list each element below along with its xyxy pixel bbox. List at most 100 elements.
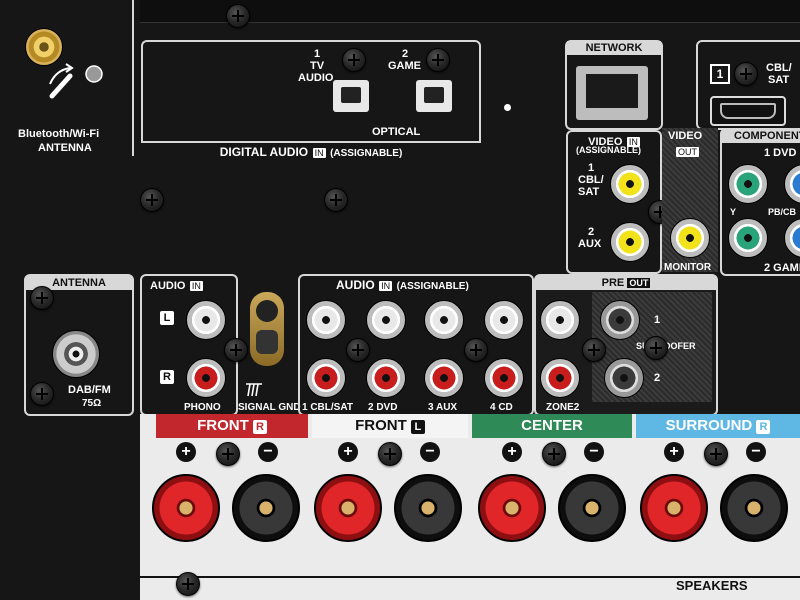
- hdmi-badge: 1: [710, 64, 730, 84]
- audio-assign-header: AUDIO IN (ASSIGNABLE): [336, 276, 469, 294]
- component-dvd-label: 1 DVD: [764, 147, 797, 159]
- video-in-2-name: AUX: [578, 238, 602, 250]
- optical-input-1[interactable]: [333, 80, 369, 112]
- panel-screw: [378, 442, 402, 466]
- panel-screw: [226, 4, 250, 28]
- surround-r-tag: SURROUND R: [636, 414, 800, 438]
- pre-out-title: PRE: [601, 277, 625, 289]
- component-1-y-jack[interactable]: [728, 164, 768, 204]
- ground-icon: [244, 382, 264, 403]
- audio-input-label-2: 2 DVD: [368, 402, 398, 413]
- phono-right-jack[interactable]: [186, 358, 226, 398]
- optical-2-name: GAME: [388, 60, 421, 72]
- ethernet-port-slot: [586, 74, 638, 108]
- antenna-connector[interactable]: [25, 28, 63, 66]
- front-r-label: FRONT: [197, 417, 249, 434]
- panel-screw: [542, 442, 566, 466]
- front-r-badge: R: [252, 420, 267, 434]
- front-l-plus-terminal[interactable]: [314, 474, 382, 542]
- network-label: NETWORK: [567, 41, 661, 55]
- fm-antenna-connector[interactable]: [52, 330, 100, 378]
- video-monitor-label: MONITOR: [664, 262, 712, 273]
- video-in-1-jack[interactable]: [610, 164, 650, 204]
- front-r-plus-terminal[interactable]: [152, 474, 220, 542]
- front-r-minus-terminal[interactable]: [232, 474, 300, 542]
- component-y-label: Y: [730, 207, 737, 217]
- optical-1-number: 1: [314, 48, 321, 60]
- digital-audio-in-badge: IN: [312, 148, 326, 158]
- phono-left-jack[interactable]: [186, 300, 226, 340]
- optical-2-number: 2: [402, 48, 409, 60]
- hdmi-label-2: SAT: [768, 74, 790, 86]
- surround-r-minus-terminal[interactable]: [720, 474, 788, 542]
- video-in-1-line2: SAT: [578, 186, 600, 198]
- panel-screw: [582, 338, 606, 362]
- phono-right-badge: R: [160, 370, 174, 384]
- audio-3-right-jack[interactable]: [424, 358, 464, 398]
- center-plus-sign: +: [502, 442, 522, 462]
- surround-r-plus-terminal[interactable]: [640, 474, 708, 542]
- wireless-antenna-label-2: ANTENNA: [38, 142, 92, 154]
- signal-gnd-base: [256, 330, 278, 354]
- center-minus-sign: −: [584, 442, 604, 462]
- subwoofer-1-jack[interactable]: [600, 300, 640, 340]
- hdmi-label-1: CBL/: [766, 62, 792, 74]
- video-in-assignable: (ASSIGNABLE): [576, 145, 641, 155]
- panel-screw: [464, 338, 488, 362]
- zone2-right-jack[interactable]: [540, 358, 580, 398]
- audio-input-label-3: 3 AUX: [428, 402, 458, 413]
- audio-input-label-1: 1 CBL/SAT: [302, 402, 353, 413]
- audio-1-right-jack[interactable]: [306, 358, 346, 398]
- pre-out-header: PRE OUT: [536, 276, 716, 290]
- hdmi-input-1[interactable]: [710, 96, 786, 126]
- center-minus-terminal[interactable]: [558, 474, 626, 542]
- front-l-minus-terminal[interactable]: [394, 474, 462, 542]
- video-out-title: VIDEO: [668, 130, 703, 142]
- video-out-badge: OUT: [676, 147, 699, 157]
- audio-1-left-jack[interactable]: [306, 300, 346, 340]
- audio-2-right-jack[interactable]: [366, 358, 406, 398]
- ethernet-port[interactable]: [576, 66, 648, 120]
- panel-screw: [324, 188, 348, 212]
- audio-4-right-jack[interactable]: [484, 358, 524, 398]
- signal-gnd-terminal[interactable]: [250, 292, 284, 366]
- front-l-badge: L: [410, 420, 425, 434]
- video-in-1-line1: CBL/: [578, 174, 604, 186]
- audio-assign-badge: IN: [379, 281, 393, 291]
- audio-2-left-jack[interactable]: [366, 300, 406, 340]
- audio-assign-assignable: (ASSIGNABLE): [396, 281, 469, 292]
- surround-r-badge: R: [756, 420, 771, 434]
- signal-gnd-knob: [256, 300, 278, 322]
- subwoofer-1-num: 1: [654, 314, 661, 326]
- front-r-minus-sign: −: [258, 442, 278, 462]
- audio-3-left-jack[interactable]: [424, 300, 464, 340]
- video-in-2-jack[interactable]: [610, 222, 650, 262]
- component-pb-label: PB/CB: [768, 207, 797, 217]
- front-l-minus-sign: −: [420, 442, 440, 462]
- audio-assign-title: AUDIO: [336, 278, 375, 292]
- audio-phono-header: AUDIO IN: [150, 276, 203, 294]
- antenna-rotate-icon: [46, 62, 106, 102]
- zone2-left-jack[interactable]: [540, 300, 580, 340]
- phono-label: PHONO: [184, 402, 221, 413]
- video-monitor-out-jack[interactable]: [670, 218, 710, 258]
- component-2-y-jack[interactable]: [728, 218, 768, 258]
- panel-screw: [176, 572, 200, 596]
- panel-screw: [224, 338, 248, 362]
- audio-phono-badge: IN: [189, 281, 203, 291]
- optical-1-sub: AUDIO: [298, 72, 334, 84]
- front-l-plus-sign: +: [338, 442, 358, 462]
- center-plus-terminal[interactable]: [478, 474, 546, 542]
- optical-input-2[interactable]: [416, 80, 452, 112]
- center-tag: CENTER: [472, 414, 632, 438]
- video-in-1-num: 1: [588, 162, 595, 174]
- digital-audio-assignable: (ASSIGNABLE): [330, 148, 403, 159]
- audio-4-left-jack[interactable]: [484, 300, 524, 340]
- panel-screw: [30, 382, 54, 406]
- zone2-label: ZONE2: [546, 402, 580, 413]
- audio-phono-section: [140, 274, 238, 416]
- subwoofer-2-num: 2: [654, 372, 661, 384]
- subwoofer-2-jack[interactable]: [604, 358, 644, 398]
- audio-input-label-4: 4 CD: [490, 402, 513, 413]
- front-l-tag: FRONT L: [312, 414, 468, 438]
